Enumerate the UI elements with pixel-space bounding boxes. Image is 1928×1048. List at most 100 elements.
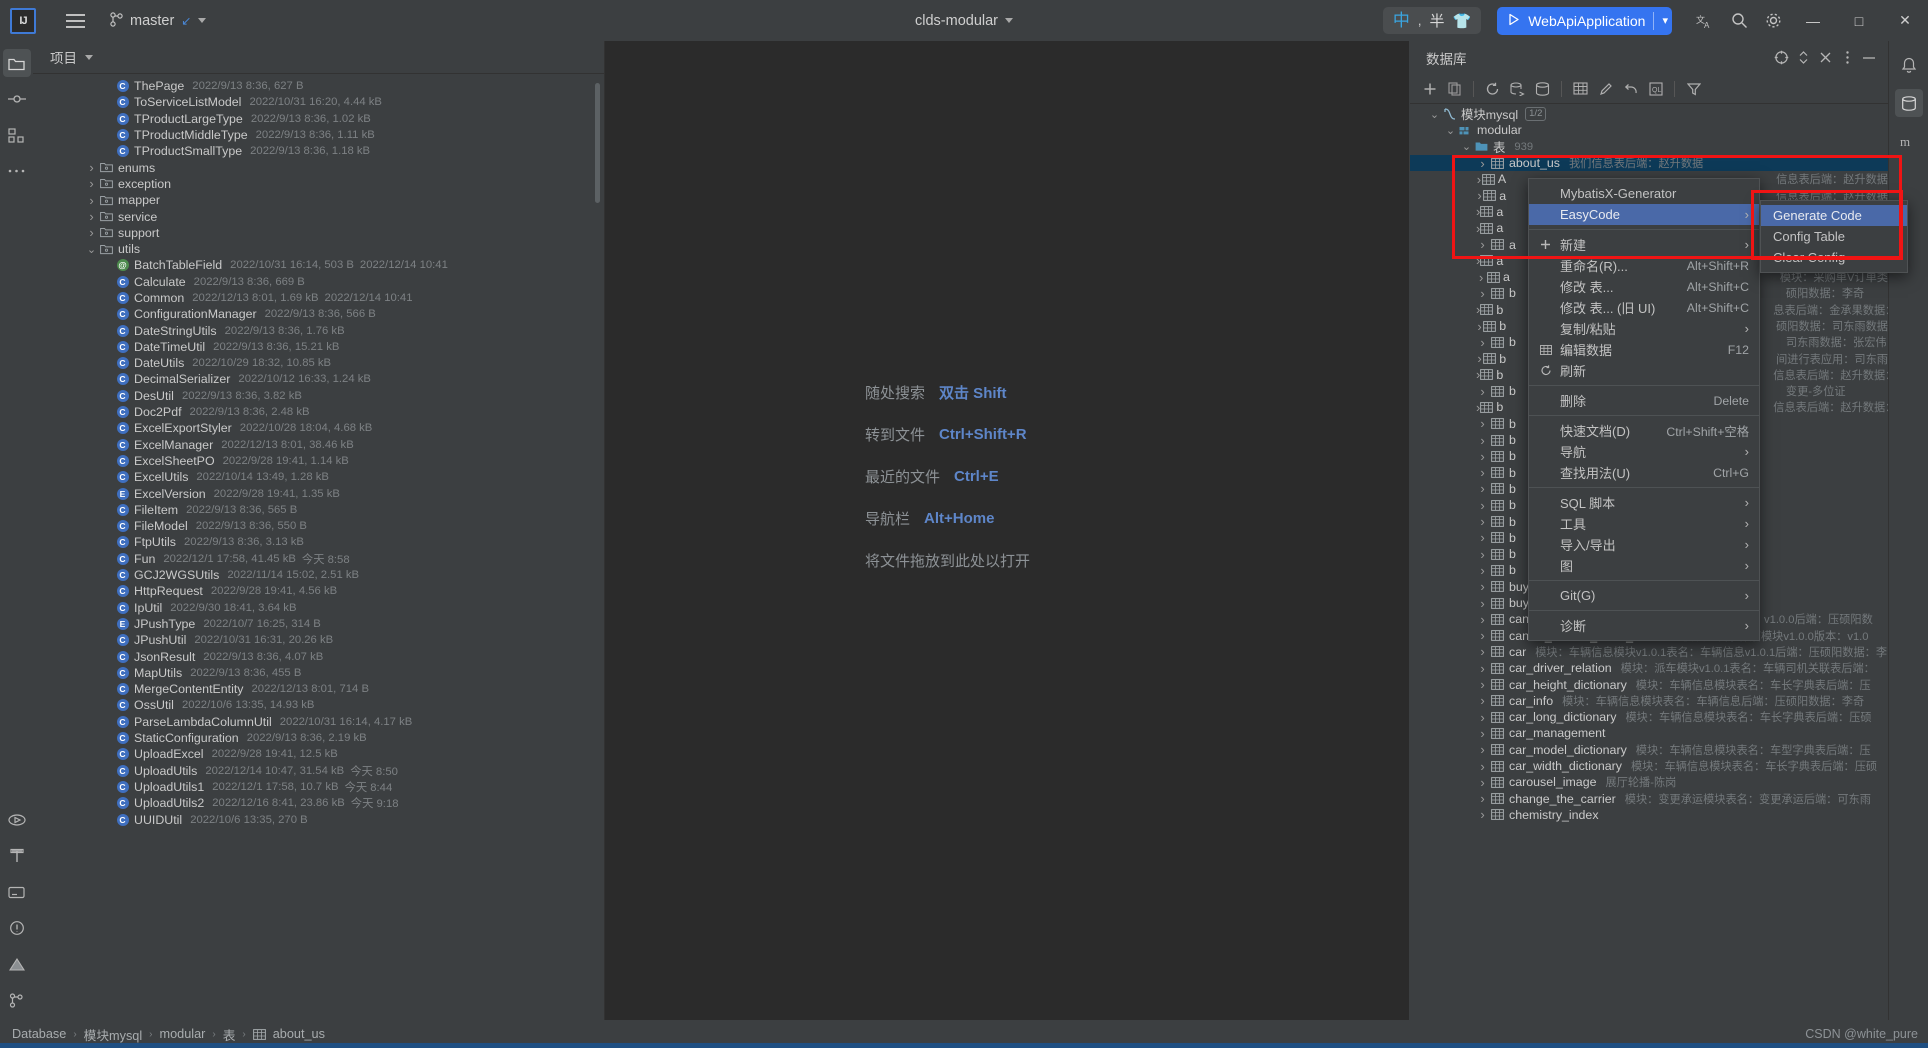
database-tree-row[interactable]: › car_model_dictionary 模块：车辆信息模块表名：车型字典表后端… — [1410, 742, 1888, 758]
chevron-right-icon[interactable]: › — [1476, 335, 1489, 350]
database-tree-row[interactable]: › car_management — [1410, 725, 1888, 741]
chevron-down-icon[interactable]: ⌄ — [1428, 108, 1441, 121]
maximize-window-button[interactable]: □ — [1836, 0, 1882, 41]
context-menu-item[interactable]: MybatisX-Generator — [1529, 183, 1759, 204]
context-menu-item[interactable]: 修改 表... (旧 UI) Alt+Shift+C — [1529, 297, 1759, 318]
project-tree-row[interactable]: › exception — [33, 176, 604, 192]
project-tree-row[interactable]: C FileModel 2022/9/13 8:36, 550 B — [33, 518, 604, 534]
context-menu-item[interactable]: Git(G) › — [1529, 585, 1759, 606]
context-menu-item[interactable]: 工具 › — [1529, 513, 1759, 534]
chevron-right-icon[interactable]: › — [1476, 759, 1489, 774]
warning-icon[interactable] — [3, 950, 31, 978]
breadcrumb-item[interactable]: about_us — [273, 1027, 325, 1041]
chevron-right-icon[interactable]: › — [1476, 498, 1489, 513]
project-tree-row[interactable]: C JsonResult 2022/9/13 8:36, 4.07 kB — [33, 648, 604, 664]
chevron-right-icon[interactable]: › — [1476, 563, 1489, 578]
ime-indicator[interactable]: 中 , 半 👕 — [1382, 7, 1482, 34]
project-tree-row[interactable]: C ExcelSheetPO 2022/9/28 19:41, 1.14 kB — [33, 453, 604, 469]
chevron-right-icon[interactable]: › — [1476, 156, 1489, 171]
project-tree-row[interactable]: C IpUtil 2022/9/30 18:41, 3.64 kB — [33, 600, 604, 616]
chevron-right-icon[interactable]: › — [1476, 742, 1489, 757]
context-menu-item[interactable]: 复制/粘贴 › — [1529, 318, 1759, 339]
project-tree-row[interactable]: C DateTimeUtil 2022/9/13 8:36, 15.21 kB — [33, 339, 604, 355]
search-icon[interactable] — [1722, 4, 1756, 38]
chevron-right-icon[interactable]: › — [1476, 188, 1483, 203]
context-menu-item[interactable]: 新建 › — [1529, 234, 1759, 255]
problems-icon[interactable] — [3, 914, 31, 942]
context-menu-item[interactable]: 编辑数据 F12 — [1529, 339, 1759, 360]
commit-icon[interactable] — [3, 85, 31, 113]
database-tree-row[interactable]: ⌄ 模块mysql 1/2 — [1410, 106, 1888, 122]
build-icon[interactable] — [3, 842, 31, 870]
chevron-right-icon[interactable]: › — [1476, 579, 1489, 594]
context-menu-item[interactable]: 导入/导出 › — [1529, 534, 1759, 555]
project-tree-row[interactable]: C ThePage 2022/9/13 8:36, 627 B — [33, 78, 604, 94]
chevron-right-icon[interactable]: › — [1476, 465, 1489, 480]
close-icon[interactable] — [1814, 47, 1836, 69]
project-tree-row[interactable]: C ExcelUtils 2022/10/14 13:49, 1.28 kB — [33, 469, 604, 485]
database-tree-row[interactable]: › carousel_image 展厅轮播-陈岗 — [1410, 774, 1888, 790]
maven-icon[interactable]: m — [1895, 127, 1923, 155]
project-name-widget[interactable]: clds-modular — [915, 13, 1013, 29]
git-icon[interactable] — [3, 986, 31, 1014]
filter-icon[interactable] — [1682, 77, 1705, 100]
project-tree-row[interactable]: C GCJ2WGSUtils 2022/11/14 15:02, 2.51 kB — [33, 567, 604, 583]
translate-icon[interactable]: 文A — [1688, 4, 1722, 38]
chevron-right-icon[interactable]: › — [1476, 319, 1483, 334]
breadcrumb-item[interactable]: modular — [160, 1027, 206, 1041]
project-tree-row[interactable]: C ConfigurationManager 2022/9/13 8:36, 566… — [33, 306, 604, 322]
chevron-right-icon[interactable]: › — [1476, 481, 1489, 496]
project-tree-row[interactable]: E ExcelVersion 2022/9/28 19:41, 1.35 kB — [33, 485, 604, 501]
project-tree-row[interactable]: C Doc2Pdf 2022/9/13 8:36, 2.48 kB — [33, 404, 604, 420]
project-tree-row[interactable]: › enums — [33, 159, 604, 175]
project-tree-row[interactable]: C OssUtil 2022/10/6 13:35, 14.93 kB — [33, 697, 604, 713]
project-tree-row[interactable]: C MapUtils 2022/9/13 8:36, 455 B — [33, 665, 604, 681]
more-tool-windows-icon[interactable] — [3, 157, 31, 185]
chevron-down-icon[interactable]: ⌄ — [1460, 140, 1473, 153]
folder-icon[interactable] — [2, 49, 31, 77]
structure-icon[interactable] — [3, 121, 31, 149]
revert-icon[interactable] — [1619, 77, 1642, 100]
project-tree-row[interactable]: C ExcelManager 2022/12/13 8:01, 38.46 kB — [33, 437, 604, 453]
project-tree-row[interactable]: C DecimalSerializer 2022/10/12 16:33, 1.24… — [33, 371, 604, 387]
project-tree-row[interactable]: C DesUtil 2022/9/13 8:36, 3.82 kB — [33, 388, 604, 404]
chevron-right-icon[interactable]: › — [1476, 693, 1489, 708]
database-tree-row[interactable]: › car 模块：车辆信息模块v1.0.1表名：车辆信息v1.0.1后端：压硕阳数据… — [1410, 644, 1888, 660]
project-tree-row[interactable]: › service — [33, 208, 604, 224]
project-tree-row[interactable]: C MergeContentEntity 2022/12/13 8:01, 714 … — [33, 681, 604, 697]
project-tree-row[interactable]: › mapper — [33, 192, 604, 208]
context-menu-item[interactable]: 刷新 — [1529, 360, 1759, 381]
breadcrumb[interactable]: Database › 模块mysql › modular › 表 › about_us — [12, 1025, 325, 1044]
chevron-right-icon[interactable]: › — [1476, 644, 1489, 659]
project-tree-row[interactable]: C UUIDUtil 2022/10/6 13:35, 270 B — [33, 811, 604, 827]
context-menu-item[interactable]: 诊断 › — [1529, 615, 1759, 636]
chevron-right-icon[interactable]: › — [85, 160, 98, 175]
chevron-right-icon[interactable]: › — [1476, 807, 1489, 822]
chevron-down-icon[interactable]: ⌄ — [85, 243, 98, 256]
refresh-icon[interactable] — [1481, 77, 1504, 100]
project-tree-row[interactable]: C Calculate 2022/9/13 8:36, 669 B — [33, 274, 604, 290]
chevron-down-icon[interactable]: ⌄ — [1444, 124, 1457, 137]
easycode-submenu-item[interactable]: Clear Config — [1761, 247, 1907, 268]
easycode-submenu-item[interactable]: Config Table — [1761, 226, 1907, 247]
database-tree-row[interactable]: › chemistry_index — [1410, 807, 1888, 823]
project-tree-row[interactable]: C Common 2022/12/13 8:01, 1.69 kB 2022/12/1… — [33, 290, 604, 306]
project-tree-row[interactable]: C FtpUtils 2022/9/13 8:36, 3.13 kB — [33, 534, 604, 550]
chevron-right-icon[interactable]: › — [1476, 791, 1489, 806]
database-tree-row[interactable]: › car_width_dictionary 模块：车辆信息模块表名：车长字典表后端… — [1410, 758, 1888, 774]
sql-console-icon[interactable]: QL — [1644, 77, 1667, 100]
modify-icon[interactable] — [1594, 77, 1617, 100]
project-tree-row[interactable]: C JPushUtil 2022/10/31 16:31, 20.26 kB — [33, 632, 604, 648]
database-tree-row[interactable]: › change_the_carrier 模块：变更承运模块表名：变更承运后端：可东… — [1410, 790, 1888, 806]
chevron-right-icon[interactable]: › — [85, 176, 98, 191]
chevron-right-icon[interactable]: › — [1476, 286, 1489, 301]
database-tree-row[interactable]: ⌄ 表 939 — [1410, 139, 1888, 155]
project-tree-row[interactable]: C ParseLambdaColumnUtil 2022/10/31 16:14, … — [33, 714, 604, 730]
chevron-right-icon[interactable]: › — [1476, 270, 1486, 285]
project-file-tree[interactable]: C ThePage 2022/9/13 8:36, 627 B C ToServiceL… — [33, 75, 604, 1020]
project-tree-row[interactable]: C StaticConfiguration 2022/9/13 8:36, 2.19… — [33, 730, 604, 746]
duplicate-icon[interactable] — [1443, 77, 1466, 100]
breadcrumb-item[interactable]: Database — [12, 1027, 66, 1041]
chevron-right-icon[interactable]: › — [85, 193, 98, 208]
project-tree-row[interactable]: › support — [33, 225, 604, 241]
